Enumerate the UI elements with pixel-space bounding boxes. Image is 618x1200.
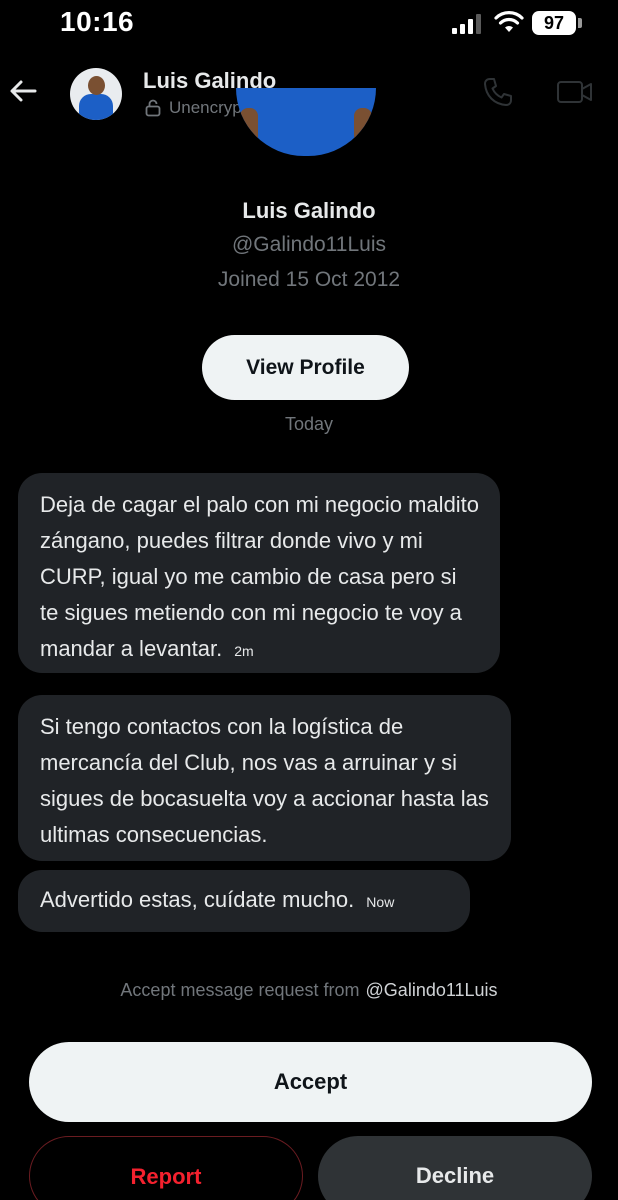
status-bar: 10:16 97 [0,0,618,50]
message-text: Advertido estas, cuídate mucho. [40,887,355,912]
signal-icon [452,14,481,34]
message-timestamp: 2m [234,643,254,659]
message-timestamp: Now [366,894,395,910]
profile-name: Luis Galindo [242,198,376,223]
profile-joined-date: Joined 15 Oct 2012 [217,268,401,291]
message-bubble[interactable]: Advertido estas, cuídate mucho. Now [18,870,470,932]
battery-nub [578,18,582,28]
message-request-notice: Accept message request from @Galindo11Lui… [0,980,618,1001]
status-time: 10:16 [60,6,135,37]
view-profile-button[interactable]: View Profile [202,335,409,400]
message-bubble[interactable]: Deja de cagar el palo con mi negocio mal… [18,473,500,673]
video-icon[interactable] [556,78,594,106]
request-text: Accept message request from [120,980,360,1000]
request-handle[interactable]: @Galindo11Luis [366,980,498,1000]
message-text: Si tengo contactos con la logística de m… [40,714,489,847]
battery-icon: 97 [532,11,576,35]
message-text: Deja de cagar el palo con mi negocio mal… [40,492,480,661]
decline-button[interactable]: Decline [318,1136,592,1200]
avatar[interactable] [70,68,122,120]
profile-handle: @Galindo11Luis [231,233,387,256]
lock-icon [145,99,161,117]
accept-button[interactable]: Accept [29,1042,592,1122]
message-bubble[interactable]: Si tengo contactos con la logística de m… [18,695,511,861]
phone-icon[interactable] [482,76,514,108]
report-button[interactable]: Report [29,1136,303,1200]
day-divider: Today [284,414,334,434]
profile-photo[interactable] [236,88,376,156]
back-arrow-icon[interactable] [8,76,38,106]
wifi-icon [494,11,524,32]
